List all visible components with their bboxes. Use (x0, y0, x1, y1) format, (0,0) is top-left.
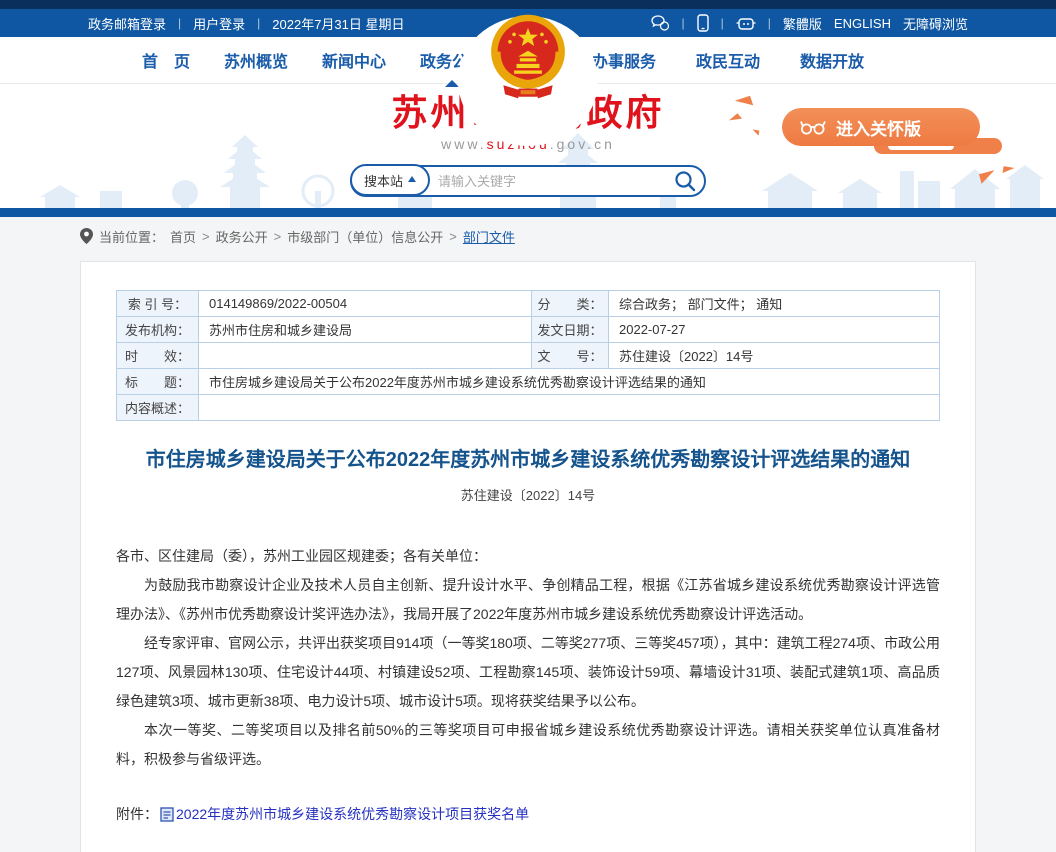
nav-item-services[interactable]: 办事服务 (592, 48, 656, 72)
care-mode-area: 进入关怀版 (782, 108, 980, 146)
meta-label-issuer: 发布机构： (117, 317, 199, 343)
breadcrumb: 当前位置： 首页 > 政务公开 > 市级部门（单位）信息公开 > 部门文件 (80, 224, 976, 248)
meta-value-category: 综合政务； 部门文件； 通知 (609, 291, 940, 317)
table-row: 发布机构： 苏州市住房和城乡建设局 发文日期： 2022-07-27 (117, 317, 940, 343)
article-paragraph: 各市、区住建局（委），苏州工业园区规建委；各有关单位： (116, 542, 940, 571)
accessibility-link[interactable]: 无障碍浏览 (903, 14, 968, 33)
top-strip (0, 0, 1056, 9)
traditional-version-link[interactable]: 繁體版 (783, 14, 822, 33)
attachment-link-text: 2022年度苏州市城乡建设系统优秀勘察设计项目获奖名单 (176, 804, 529, 824)
nav-item-news[interactable]: 新闻中心 (322, 48, 386, 72)
breadcrumb-dept-disclosure[interactable]: 市级部门（单位）信息公开 (287, 227, 443, 246)
active-tab-caret-icon (445, 80, 459, 87)
meta-value-issuer: 苏州市住房和城乡建设局 (199, 317, 532, 343)
meta-label-validity: 时 效： (117, 343, 199, 369)
meta-label-category: 分 类： (532, 291, 609, 317)
meta-value-summary (199, 395, 940, 421)
topbar-divider: | (257, 16, 260, 30)
nav-item-overview[interactable]: 苏州概览 (224, 48, 288, 72)
table-row: 标 题： 市住房城乡建设局关于公布2022年度苏州市城乡建设系统优秀勘察设计评选… (117, 369, 940, 395)
attachment-label: 附件： (116, 804, 158, 824)
breadcrumb-current[interactable]: 部门文件 (463, 227, 515, 246)
meta-label-index: 索 引 号： (117, 291, 199, 317)
decorative-arrow (752, 129, 760, 135)
search-scope-select[interactable]: 搜本站 (350, 164, 430, 196)
url-prefix: www. (441, 136, 486, 152)
mobile-icon[interactable] (697, 14, 709, 32)
topbar-divider: | (768, 16, 771, 30)
meta-label-date: 发文日期： (532, 317, 609, 343)
robot-icon[interactable] (736, 15, 756, 32)
location-pin-icon (80, 228, 93, 244)
table-row: 时 效： 文 号： 苏住建设〔2022〕14号 (117, 343, 940, 369)
care-mode-label: 进入关怀版 (836, 115, 921, 140)
nav-item-interaction[interactable]: 政民互动 (696, 48, 760, 72)
article-title: 市住房城乡建设局关于公布2022年度苏州市城乡建设系统优秀勘察设计评选结果的通知 (116, 447, 940, 473)
glasses-icon (800, 119, 827, 136)
content-card: 索 引 号： 014149869/2022-00504 分 类： 综合政务； 部… (80, 261, 976, 852)
article-paragraph: 本次一等奖、二等奖项目以及排名前50%的三等奖项目可申报省城乡建设系统优秀勘察设… (116, 716, 940, 774)
article-paragraph: 为鼓励我市勘察设计企业及技术人员自主创新、提升设计水平、争创精品工程，根据《江苏… (116, 571, 940, 629)
breadcrumb-gov-info[interactable]: 政务公开 (216, 227, 268, 246)
meta-value-date: 2022-07-27 (609, 317, 940, 343)
article-body: 各市、区住建局（委），苏州工业园区规建委；各有关单位： 为鼓励我市勘察设计企业及… (116, 542, 940, 774)
mail-login-link[interactable]: 政务邮箱登录 (88, 14, 166, 33)
attachment-link[interactable]: 2022年度苏州市城乡建设系统优秀勘察设计项目获奖名单 (160, 804, 529, 824)
date-text: 2022年7月31日 星期日 (272, 14, 404, 33)
breadcrumb-separator: > (274, 229, 282, 244)
care-mode-button[interactable]: 进入关怀版 (782, 108, 980, 146)
meta-label-doc-number: 文 号： (532, 343, 609, 369)
topbar-divider: | (682, 16, 685, 30)
breadcrumb-label: 当前位置： (99, 227, 164, 246)
topbar-divider: | (178, 16, 181, 30)
blue-divider-bar (0, 208, 1056, 217)
nav-item-open-data[interactable]: 数据开放 (800, 48, 864, 72)
doc-number: 苏住建设〔2022〕14号 (116, 485, 940, 504)
search-icon[interactable] (674, 170, 696, 192)
doc-file-icon (160, 807, 174, 822)
breadcrumb-separator: > (449, 229, 457, 244)
doc-meta-table: 索 引 号： 014149869/2022-00504 分 类： 综合政务； 部… (116, 290, 940, 421)
search-bar: 搜本站 (350, 165, 706, 197)
meta-value-title: 市住房城乡建设局关于公布2022年度苏州市城乡建设系统优秀勘察设计评选结果的通知 (199, 369, 940, 395)
meta-label-summary: 内容概述： (117, 395, 199, 421)
topbar-divider: | (721, 16, 724, 30)
user-login-link[interactable]: 用户登录 (193, 14, 245, 33)
national-emblem (487, 13, 569, 110)
table-row: 内容概述： (117, 395, 940, 421)
meta-value-doc-number: 苏住建设〔2022〕14号 (609, 343, 940, 369)
article-paragraph: 经专家评审、官网公示，共评出获奖项目914项（一等奖180项、二等奖277项、三… (116, 629, 940, 716)
breadcrumb-separator: > (202, 229, 210, 244)
breadcrumb-home[interactable]: 首页 (170, 227, 196, 246)
attachment-row: 附件： 2022年度苏州市城乡建设系统优秀勘察设计项目获奖名单 (116, 804, 940, 824)
meta-label-title: 标 题： (117, 369, 199, 395)
search-input[interactable] (430, 174, 674, 189)
wechat-icon[interactable] (650, 15, 670, 31)
nav-item-home[interactable]: 首 页 (142, 48, 190, 72)
search-scope-label: 搜本站 (364, 171, 403, 190)
meta-value-validity (199, 343, 532, 369)
scope-dropdown-arrow-icon (408, 176, 416, 182)
table-row: 索 引 号： 014149869/2022-00504 分 类： 综合政务； 部… (117, 291, 940, 317)
english-version-link[interactable]: ENGLISH (834, 16, 891, 31)
meta-value-index: 014149869/2022-00504 (199, 291, 532, 317)
